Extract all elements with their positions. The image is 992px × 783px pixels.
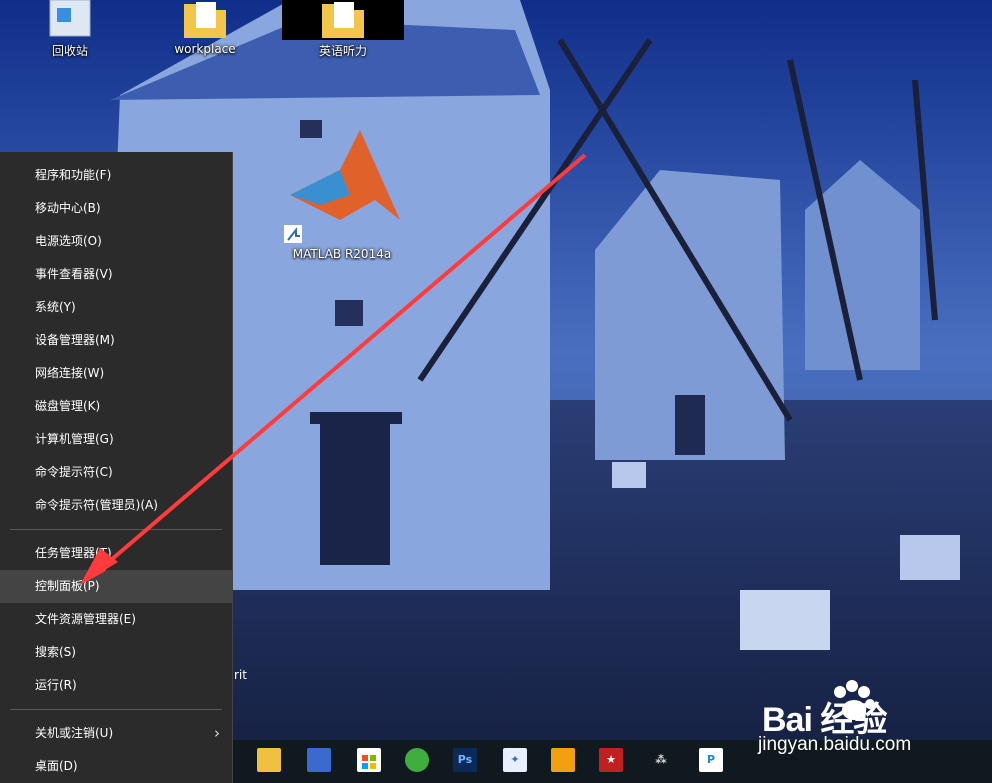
workplace-label: workplace: [174, 42, 236, 56]
menu-item-command-prompt-admin[interactable]: 命令提示符(管理员)(A): [0, 489, 232, 522]
mail-icon[interactable]: [551, 748, 575, 772]
menu-item-control-panel[interactable]: 控制面板(P): [0, 570, 232, 603]
p-app-icon[interactable]: P: [699, 748, 723, 772]
app-icon[interactable]: [307, 748, 331, 772]
matlab-icon: [284, 130, 400, 243]
listening-folder-icon[interactable]: 英语听力: [282, 0, 404, 58]
watermark-url: jingyan.baidu.com: [758, 734, 912, 755]
baidu-watermark: Bai 经验 jingyan.baidu.com: [758, 676, 983, 766]
menu-item-shutdown[interactable]: 关机或注销(U) ›: [0, 717, 232, 750]
menu-item-system[interactable]: 系统(Y): [0, 291, 232, 324]
menu-item-device-manager[interactable]: 设备管理器(M): [0, 324, 232, 357]
menu-item-computer-management[interactable]: 计算机管理(G): [0, 423, 232, 456]
menu-item-disk-management[interactable]: 磁盘管理(K): [0, 390, 232, 423]
menu-item-command-prompt[interactable]: 命令提示符(C): [0, 456, 232, 489]
menu-item-programs[interactable]: 程序和功能(F): [0, 159, 232, 192]
store-icon[interactable]: [357, 748, 381, 772]
network-icon[interactable]: ⁂: [649, 748, 673, 772]
bookmark-app-icon[interactable]: ★: [599, 748, 623, 772]
menu-item-power-options[interactable]: 电源选项(O): [0, 225, 232, 258]
recycle-bin-glyph: [49, 0, 91, 37]
workplace-folder-icon[interactable]: workplace: [160, 0, 250, 56]
menu-separator: [10, 709, 222, 710]
menu-item-mobility-center[interactable]: 移动中心(B): [0, 192, 232, 225]
menu-item-run[interactable]: 运行(R): [0, 669, 232, 702]
recycle-bin-icon[interactable]: 回收站: [25, 0, 115, 59]
recycle-bin-label: 回收站: [51, 44, 88, 58]
folder-icon: [184, 2, 226, 38]
store-grid: [362, 755, 376, 769]
photoshop-icon[interactable]: Ps: [453, 748, 477, 772]
file-explorer-icon[interactable]: [257, 748, 281, 772]
menu-item-network-connections[interactable]: 网络连接(W): [0, 357, 232, 390]
menu-item-task-manager[interactable]: 任务管理器(T): [0, 537, 232, 570]
partial-desktop-label: rit: [234, 668, 247, 682]
menu-item-file-explorer[interactable]: 文件资源管理器(E): [0, 603, 232, 636]
matlab-shortcut-icon[interactable]: MATLAB R2014a: [280, 130, 404, 261]
chevron-right-icon: ›: [214, 724, 220, 742]
menu-item-desktop[interactable]: 桌面(D): [0, 750, 232, 783]
winx-power-menu: 程序和功能(F) 移动中心(B) 电源选项(O) 事件查看器(V) 系统(Y) …: [0, 152, 233, 783]
folder-icon: [322, 2, 364, 38]
listening-label: 英语听力: [318, 44, 367, 58]
menu-item-search[interactable]: 搜索(S): [0, 636, 232, 669]
browser-icon[interactable]: [405, 748, 429, 772]
menu-separator: [10, 529, 222, 530]
menu-item-shutdown-label: 关机或注销(U): [35, 726, 114, 740]
bird-app-icon[interactable]: ✦: [503, 748, 527, 772]
menu-item-event-viewer[interactable]: 事件查看器(V): [0, 258, 232, 291]
matlab-label: MATLAB R2014a: [292, 247, 392, 261]
